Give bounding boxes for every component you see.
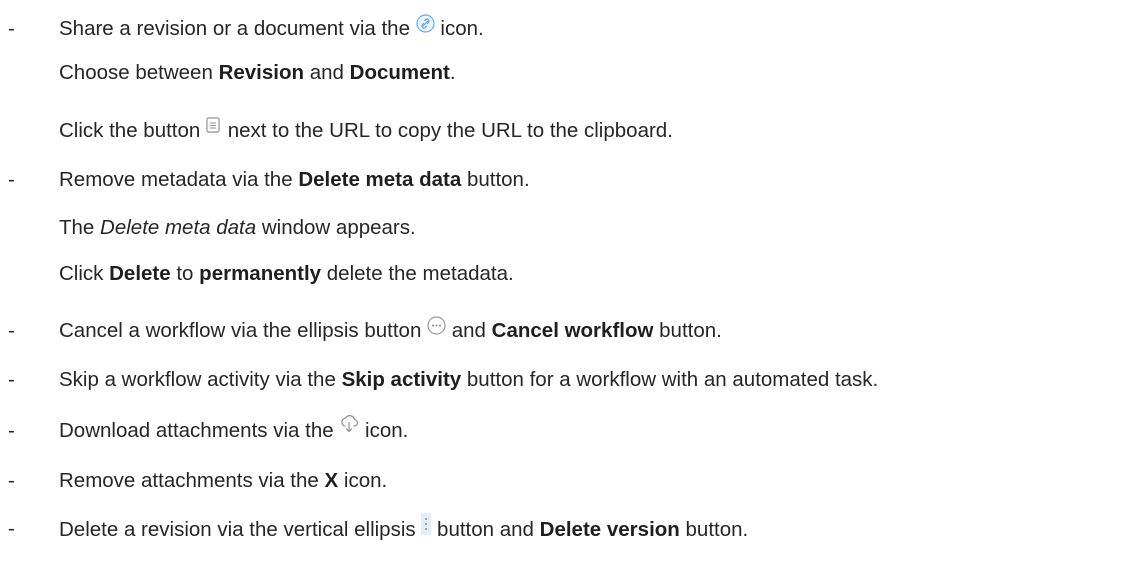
list-dash: - (8, 368, 15, 391)
bold-term: Delete version (539, 517, 680, 541)
text-line: Remove attachments via the X icon. (59, 468, 387, 494)
text: Share a revision or a document via the (59, 17, 410, 40)
text-line: Choose between Revision and Document. (59, 60, 456, 86)
text: to (176, 262, 194, 285)
list-dash: - (8, 17, 15, 40)
text: The (59, 216, 95, 239)
share-link-icon (416, 13, 435, 40)
bold-term: Delete meta data (298, 168, 462, 191)
bold-term: X (324, 469, 339, 492)
text: . (449, 61, 456, 84)
bold-term: Cancel workflow (491, 319, 654, 342)
text: next to the URL to copy the URL to the c… (227, 119, 673, 142)
text-line: Click Delete to permanently delete the m… (59, 261, 514, 287)
list-dash: - (8, 419, 15, 442)
text: and (309, 61, 344, 84)
list-dash: - (8, 168, 15, 191)
text-line: Skip a workflow activity via the Skip ac… (59, 367, 878, 393)
text: button and (437, 517, 534, 541)
text: Cancel a workflow via the ellipsis butto… (59, 319, 422, 342)
text-line: Click the button next to the URL to copy… (59, 116, 673, 145)
text: delete the metadata. (326, 262, 514, 285)
vertical-ellipsis-icon (421, 513, 432, 542)
bold-term: permanently (199, 262, 322, 285)
text: window appears. (261, 216, 416, 239)
list-dash: - (8, 517, 15, 540)
bold-term: Delete (109, 262, 171, 285)
text: Choose between (59, 61, 213, 84)
bold-term: Revision (218, 61, 305, 84)
bold-term: Skip activity (341, 368, 462, 391)
text: button. (466, 168, 530, 191)
text: Download attachments via the (59, 419, 334, 442)
list-dash: - (8, 319, 15, 342)
text-line: Remove metadata via the Delete meta data… (59, 167, 530, 193)
text: button for a workflow with an automated … (466, 368, 879, 391)
text: icon. (440, 17, 484, 40)
text: button. (659, 319, 722, 342)
copy-icon (206, 116, 222, 142)
text: icon. (365, 419, 409, 442)
text: Click the button (59, 119, 201, 142)
list-dash: - (8, 469, 15, 492)
text-line: The Delete meta data window appears. (59, 215, 416, 241)
text-line: Delete a revision via the vertical ellip… (59, 513, 749, 545)
text: Remove metadata via the (59, 168, 293, 191)
text: Remove attachments via the (59, 469, 319, 492)
text: Skip a workflow activity via the (59, 368, 336, 391)
download-icon (339, 415, 359, 442)
text: Delete a revision via the vertical ellip… (59, 517, 416, 541)
text-line: Cancel a workflow via the ellipsis butto… (59, 315, 722, 345)
text: Click (59, 262, 104, 285)
text-line: Share a revision or a document via the i… (59, 13, 484, 43)
text: button. (685, 517, 749, 541)
text: icon. (343, 469, 388, 492)
italic-term: Delete meta data (100, 216, 257, 239)
ellipsis-icon (427, 315, 446, 342)
bold-term: Document (349, 61, 450, 84)
text: and (451, 319, 486, 342)
text-line: Download attachments via the icon. (59, 415, 409, 445)
